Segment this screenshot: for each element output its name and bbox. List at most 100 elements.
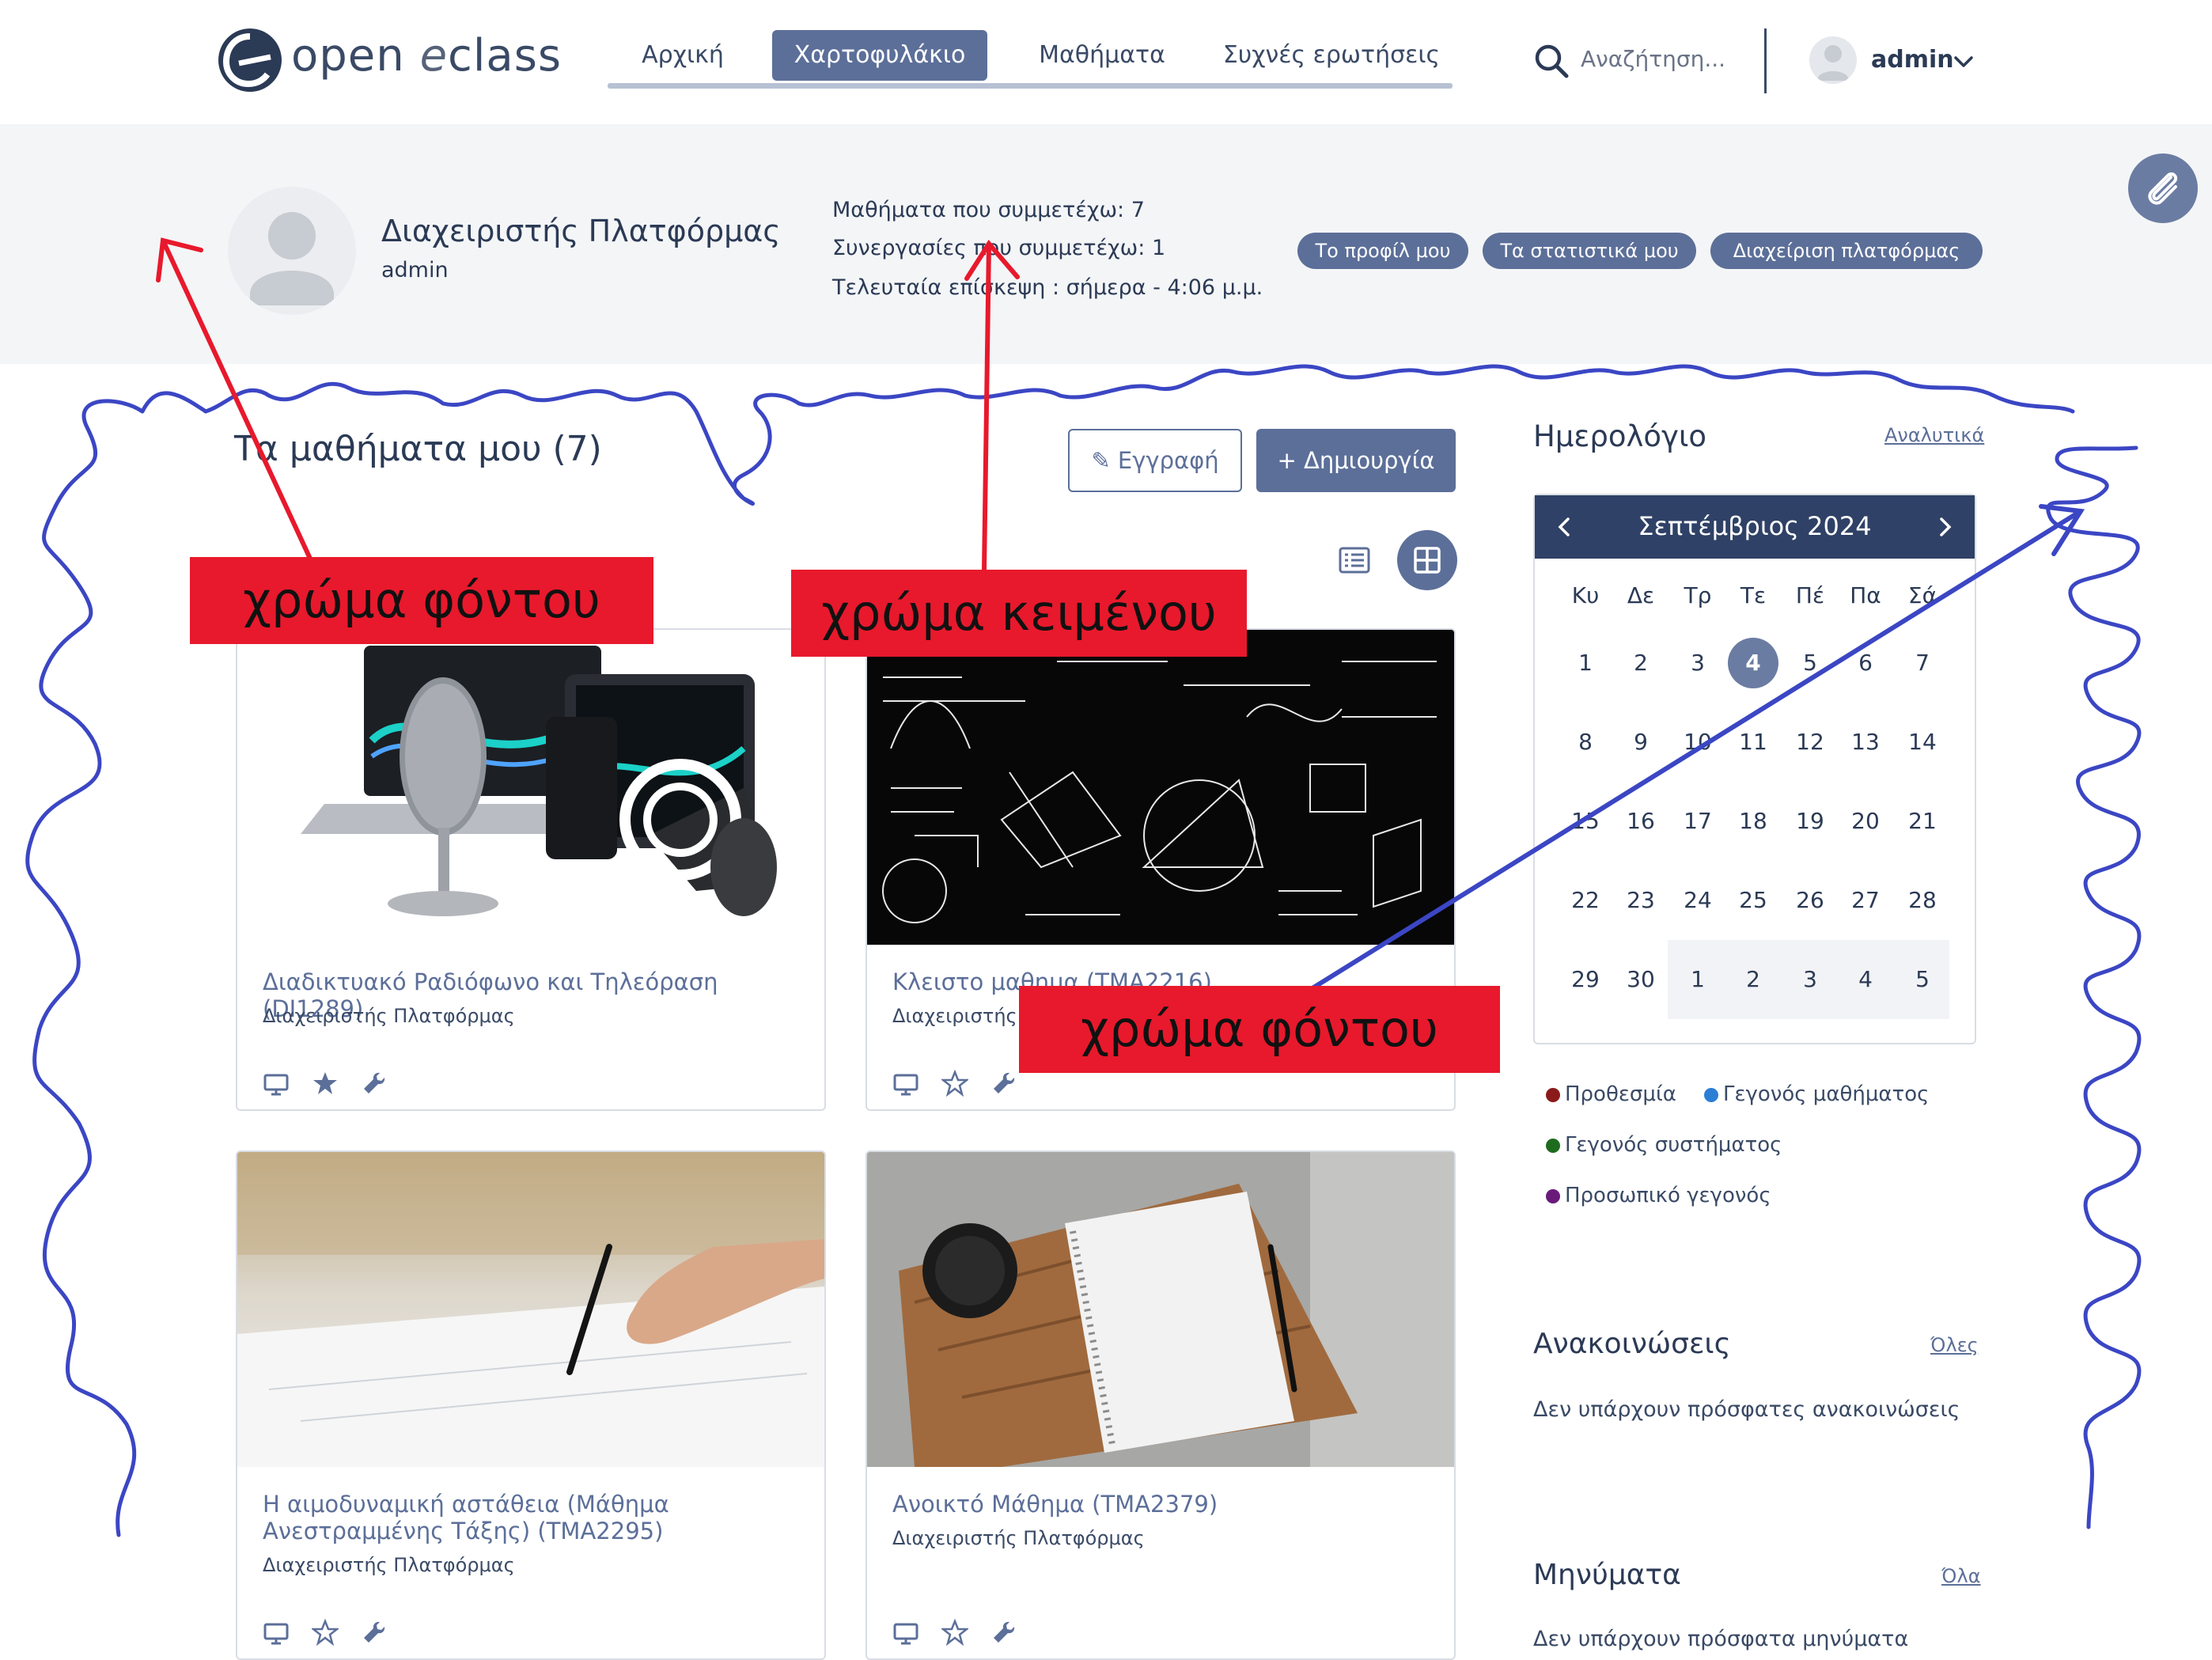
calendar-day[interactable]: 10 (1669, 714, 1726, 771)
attachment-button[interactable] (2128, 153, 2198, 223)
calendar-day[interactable]: 3 (1782, 951, 1839, 1008)
messages-all-link[interactable]: Όλα (1941, 1565, 1981, 1587)
wrench-icon[interactable] (361, 1070, 388, 1097)
list-view-icon[interactable] (1337, 543, 1372, 578)
paperclip-icon (2148, 172, 2178, 205)
register-button[interactable]: ✎ Εγγραφή (1068, 429, 1242, 492)
calendar-day[interactable]: 9 (1612, 714, 1669, 771)
calendar-day[interactable]: 25 (1725, 872, 1782, 929)
calendar-day[interactable]: 18 (1725, 793, 1782, 850)
course-card[interactable]: Η αιμοδυναμική αστάθεια (Μάθημα Ανεστραμ… (236, 1150, 826, 1660)
calendar-day[interactable]: 12 (1782, 714, 1839, 771)
calendar-day[interactable]: 19 (1782, 793, 1839, 850)
calendar-day-today[interactable]: 4 (1728, 638, 1778, 688)
course-image-hand-writing[interactable] (237, 1152, 824, 1467)
calendar-day[interactable]: 2 (1725, 951, 1782, 1008)
calendar-day[interactable]: 17 (1669, 793, 1726, 850)
course-image-blackboard-formulas[interactable] (867, 630, 1454, 945)
nav-home[interactable]: Αρχική (623, 30, 742, 81)
calendar-day[interactable]: 26 (1782, 872, 1839, 929)
monitor-icon[interactable] (892, 1620, 919, 1647)
calendar-day[interactable]: 3 (1669, 635, 1726, 692)
calendar-day[interactable]: 15 (1557, 793, 1614, 850)
messages-title: Μηνύματα (1533, 1559, 1681, 1591)
profile-avatar (228, 187, 356, 315)
courses-title: Τα μαθήματα μου (7) (234, 429, 602, 469)
calendar-day[interactable]: 1 (1557, 635, 1614, 692)
calendar-day[interactable]: 11 (1725, 714, 1782, 771)
course-card[interactable]: Ανοικτό Μάθημα (TMA2379) Διαχειριστής Πλ… (865, 1150, 1456, 1660)
openeclass-logo-icon[interactable] (215, 25, 285, 95)
chevron-right-icon[interactable] (1930, 513, 1959, 541)
star-outline-icon[interactable] (941, 1619, 968, 1646)
user-menu-name[interactable]: admin (1871, 46, 1954, 74)
grid-view-icon (1414, 547, 1441, 574)
course-title[interactable]: Ανοικτό Μάθημα (TMA2379) (892, 1491, 1438, 1518)
legend-deadline: Προθεσμία (1546, 1082, 1676, 1106)
calendar-weekday: Πα (1850, 582, 1881, 608)
star-outline-icon[interactable] (941, 1070, 968, 1097)
stat-last-visit: Τελευταία επίσκεψη : σήμερα - 4:06 μ.μ. (832, 275, 1263, 300)
course-title[interactable]: Η αιμοδυναμική αστάθεια (Μάθημα Ανεστραμ… (263, 1491, 706, 1544)
monitor-icon[interactable] (263, 1071, 290, 1098)
create-course-button[interactable]: + Δημιουργία (1256, 429, 1456, 492)
wrench-icon[interactable] (361, 1619, 388, 1646)
calendar-title: Ημερολόγιο (1533, 419, 1707, 453)
calendar-day[interactable]: 29 (1557, 951, 1614, 1008)
announcements-title: Ανακοινώσεις (1533, 1328, 1731, 1360)
user-avatar[interactable] (1809, 36, 1857, 84)
grid-view-button[interactable] (1397, 530, 1457, 590)
my-stats-button[interactable]: Τα στατιστικά μου (1483, 233, 1696, 269)
monitor-icon[interactable] (892, 1071, 919, 1098)
dot-icon (1546, 1138, 1560, 1153)
monitor-icon[interactable] (263, 1620, 290, 1647)
calendar-month: Σεπτέμβριος 2024 (1638, 511, 1872, 541)
calendar-day[interactable]: 23 (1612, 872, 1669, 929)
platform-admin-button[interactable]: Διαχείριση πλατφόρμας (1710, 233, 1983, 269)
edit-icon: ✎ (1091, 447, 1111, 474)
calendar-weekday: Σά (1907, 582, 1937, 608)
star-outline-icon[interactable] (312, 1619, 339, 1646)
my-profile-button[interactable]: Το προφίλ μου (1297, 233, 1468, 269)
nav-portfolio[interactable]: Χαρτοφυλάκιο (772, 30, 987, 81)
course-card[interactable]: Διαδικτυακό Ραδιόφωνο και Τηλεόραση (DI1… (236, 628, 826, 1111)
calendar-day[interactable]: 27 (1837, 872, 1894, 929)
calendar-day[interactable]: 24 (1669, 872, 1726, 929)
calendar-day[interactable]: 16 (1612, 793, 1669, 850)
announcements-empty: Δεν υπάρχουν πρόσφατες ανακοινώσεις (1533, 1397, 1960, 1422)
calendar-day[interactable]: 4 (1837, 951, 1894, 1008)
logo-text[interactable]: open eclass (291, 30, 562, 81)
calendar-day[interactable]: 6 (1837, 635, 1894, 692)
nav-faq[interactable]: Συχνές ερωτήσεις (1217, 30, 1446, 81)
calendar-day[interactable]: 13 (1837, 714, 1894, 771)
calendar-day[interactable]: 5 (1894, 951, 1951, 1008)
course-teacher: Διαχειριστής Πλατφόρμας (263, 1554, 515, 1576)
course-image-notebook-coffee[interactable] (867, 1152, 1454, 1467)
calendar-day[interactable]: 22 (1557, 872, 1614, 929)
calendar-day[interactable]: 7 (1894, 635, 1951, 692)
calendar-day[interactable]: 28 (1894, 872, 1951, 929)
calendar-day[interactable]: 20 (1837, 793, 1894, 850)
nav-courses[interactable]: Μαθήματα (1019, 30, 1185, 81)
calendar-day[interactable]: 14 (1894, 714, 1951, 771)
calendar-weekday: Τε (1740, 582, 1767, 608)
calendar-day[interactable]: 2 (1612, 635, 1669, 692)
wrench-icon[interactable] (990, 1619, 1017, 1646)
calendar-day[interactable]: 1 (1669, 951, 1726, 1008)
annotation-label-text-color: χρώμα κειμένου (791, 570, 1247, 657)
wrench-icon[interactable] (990, 1070, 1017, 1097)
search-input[interactable]: Αναζήτηση... (1581, 46, 1725, 72)
chevron-down-icon[interactable] (1951, 49, 1976, 74)
annotation-label-background-1: χρώμα φόντου (190, 557, 653, 644)
calendar-day[interactable]: 5 (1782, 635, 1839, 692)
course-image-media-devices[interactable] (237, 630, 824, 945)
calendar-details-link[interactable]: Αναλυτικά (1884, 424, 1984, 446)
calendar-day[interactable]: 21 (1894, 793, 1951, 850)
chevron-left-icon[interactable] (1551, 513, 1579, 541)
calendar-day[interactable]: 30 (1612, 951, 1669, 1008)
search-icon[interactable] (1533, 43, 1570, 79)
profile-username: admin (381, 258, 449, 282)
announcements-all-link[interactable]: Όλες (1930, 1334, 1979, 1356)
calendar-day[interactable]: 8 (1557, 714, 1614, 771)
star-filled-icon[interactable] (312, 1070, 339, 1097)
